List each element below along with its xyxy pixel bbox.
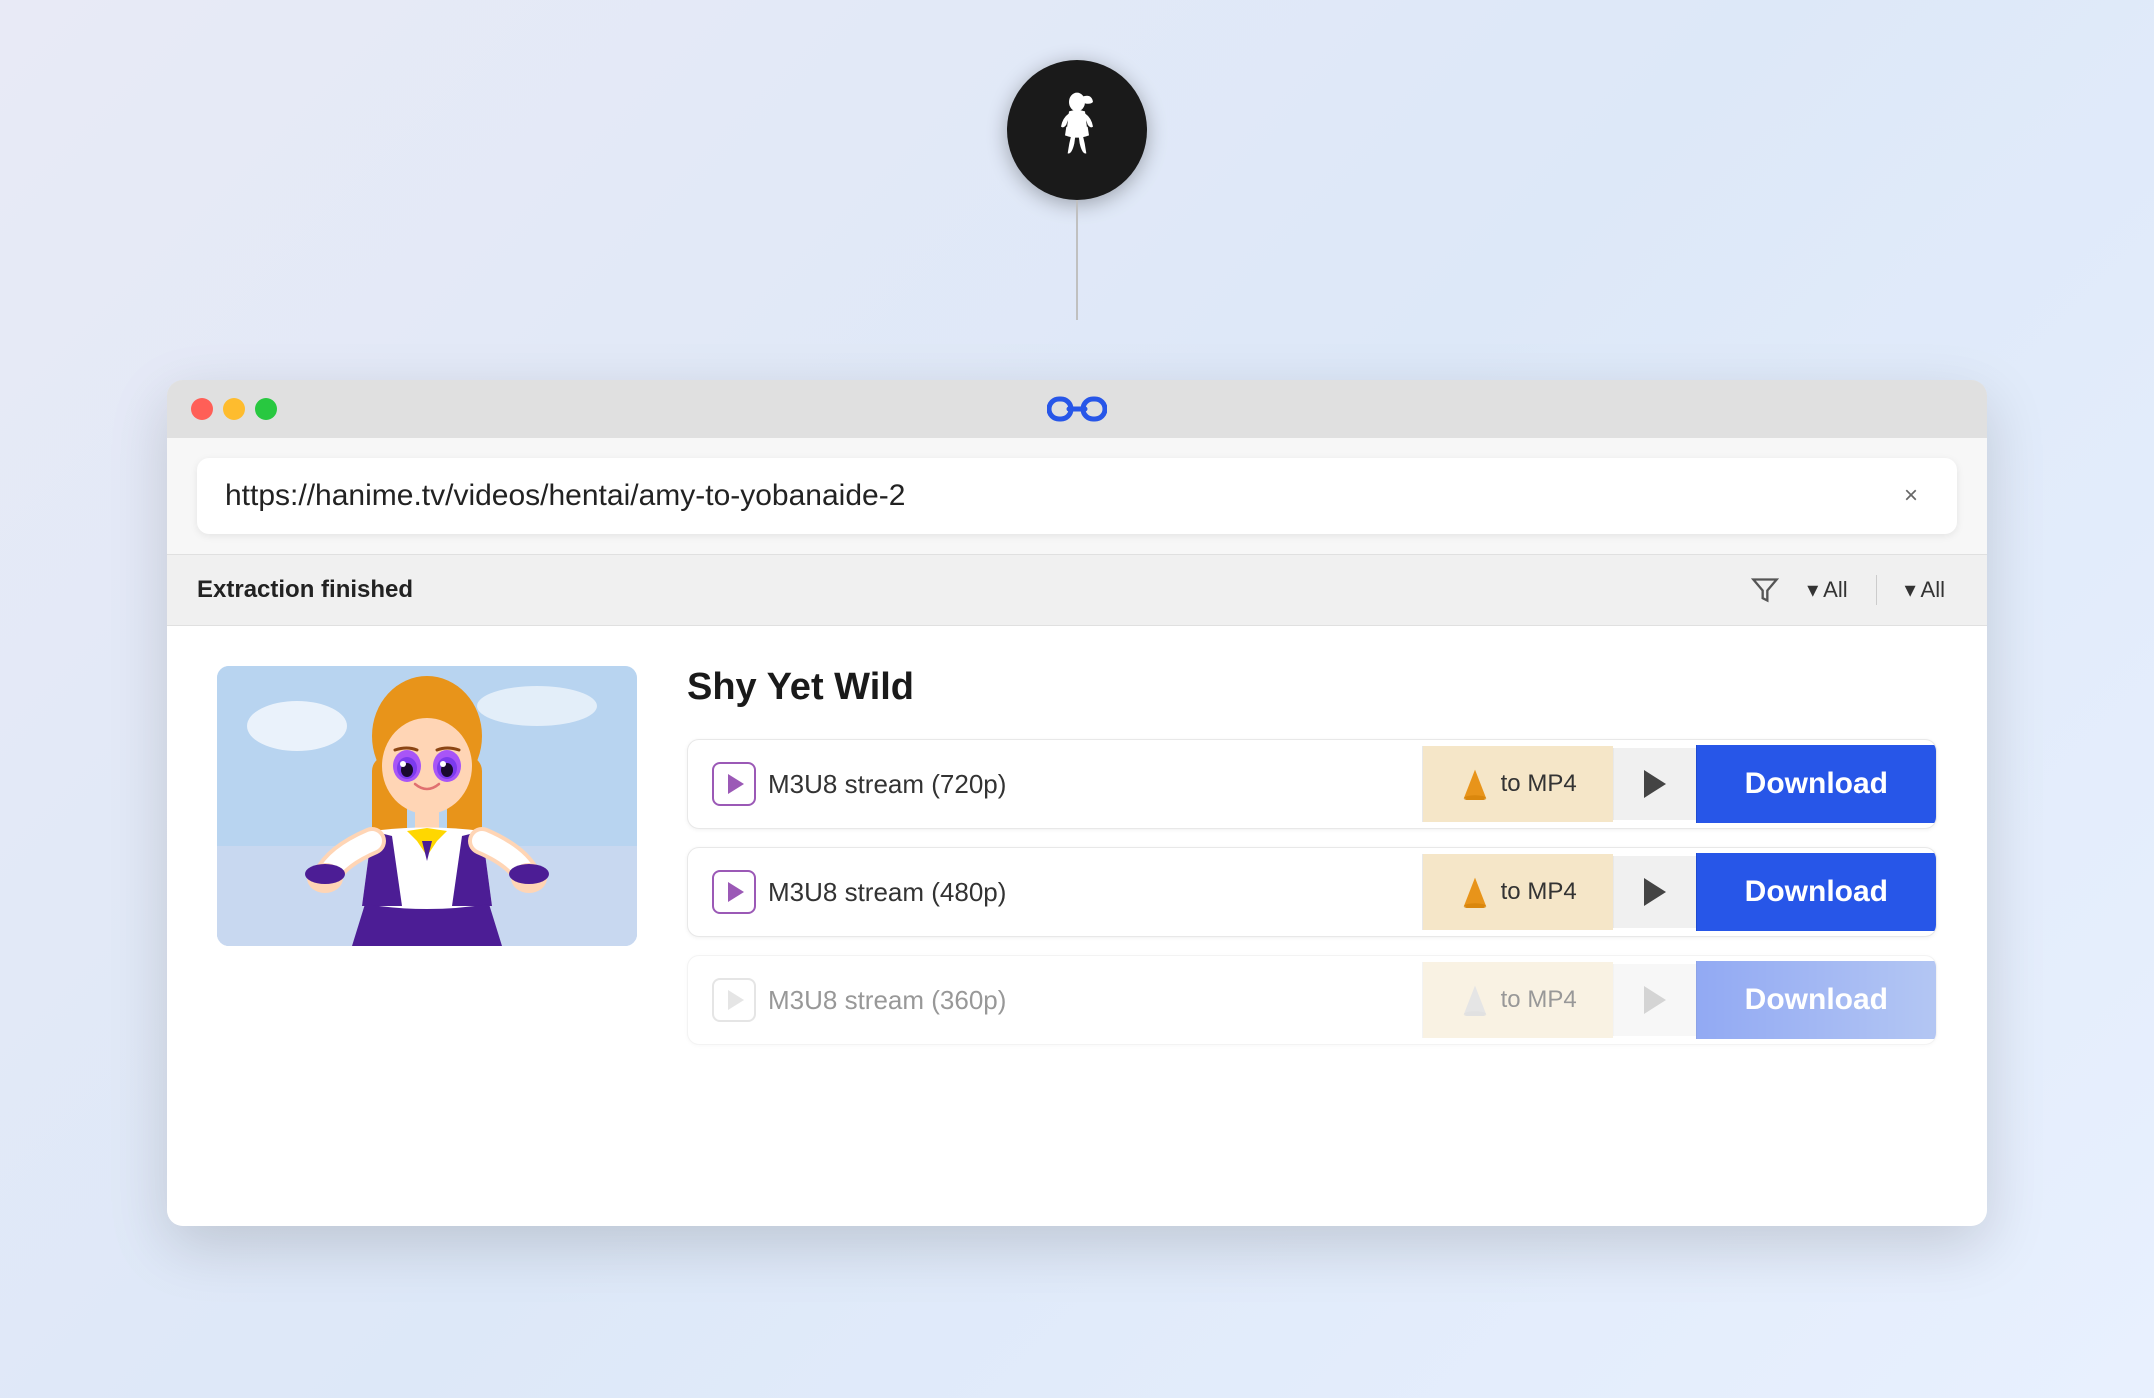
download-row-row-720p: M3U8 stream (720p) to MP4 Download — [687, 739, 1937, 829]
preview-button-0[interactable] — [1613, 748, 1696, 820]
play-icon-box-2 — [712, 978, 756, 1022]
filter-icon — [1751, 576, 1779, 604]
title-bar — [167, 380, 1987, 438]
stream-info-0: M3U8 stream (720p) — [688, 740, 1422, 828]
preview-triangle-0 — [1644, 770, 1666, 798]
play-icon-box-0 — [712, 762, 756, 806]
play-triangle-0 — [728, 774, 744, 794]
preview-triangle-1 — [1644, 878, 1666, 906]
main-window: https://hanime.tv/videos/hentai/amy-to-y… — [167, 380, 1987, 1226]
url-section: https://hanime.tv/videos/hentai/amy-to-y… — [167, 438, 1987, 555]
video-info: Shy Yet Wild M3U8 stream (720p) to MP4 D… — [687, 666, 1937, 1063]
app-icon-svg — [1037, 90, 1117, 170]
download-button-0[interactable]: Download — [1696, 745, 1936, 823]
play-icon-box-1 — [712, 870, 756, 914]
url-display: https://hanime.tv/videos/hentai/amy-to-y… — [225, 479, 905, 513]
preview-button-1[interactable] — [1613, 856, 1696, 928]
download-button-1[interactable]: Download — [1696, 853, 1936, 931]
maximize-button[interactable] — [255, 398, 277, 420]
status-bar: Extraction finished ▾ All ▾ All — [167, 555, 1987, 626]
minimize-button[interactable] — [223, 398, 245, 420]
preview-triangle-2 — [1644, 986, 1666, 1014]
stream-label-2: M3U8 stream (360p) — [768, 985, 1006, 1016]
video-section: Shy Yet Wild M3U8 stream (720p) to MP4 D… — [217, 666, 1937, 1063]
thumbnail-illustration — [217, 666, 637, 946]
vlc-label-1: to MP4 — [1501, 878, 1577, 906]
vlc-cone-icon-0 — [1459, 768, 1491, 800]
app-icon — [1007, 60, 1147, 200]
url-input-wrapper[interactable]: https://hanime.tv/videos/hentai/amy-to-y… — [197, 458, 1957, 534]
video-title: Shy Yet Wild — [687, 666, 1937, 709]
thumbnail-placeholder — [217, 666, 637, 946]
video-thumbnail — [217, 666, 637, 946]
stream-info-1: M3U8 stream (480p) — [688, 848, 1422, 936]
download-row-row-480p: M3U8 stream (480p) to MP4 Download — [687, 847, 1937, 937]
app-icon-section — [1007, 60, 1147, 320]
link-icon-svg — [1047, 389, 1107, 429]
content-area: Shy Yet Wild M3U8 stream (720p) to MP4 D… — [167, 626, 1987, 1226]
vlc-button-2[interactable]: to MP4 — [1422, 962, 1613, 1038]
download-btn-label-2: Download — [1745, 983, 1888, 1016]
preview-button-2[interactable] — [1613, 964, 1696, 1036]
chain-icon — [1047, 389, 1107, 429]
download-button-2[interactable]: Download — [1696, 961, 1936, 1039]
filter-dropdown-1[interactable]: ▾ All — [1795, 571, 1859, 609]
download-row-row-360p: M3U8 stream (360p) to MP4 Download — [687, 955, 1937, 1045]
vlc-button-0[interactable]: to MP4 — [1422, 746, 1613, 822]
filter-area: ▾ All ▾ All — [1751, 571, 1957, 609]
stream-info-2: M3U8 stream (360p) — [688, 956, 1422, 1044]
stream-label-1: M3U8 stream (480p) — [768, 877, 1006, 908]
vlc-label-0: to MP4 — [1501, 770, 1577, 798]
vlc-button-1[interactable]: to MP4 — [1422, 854, 1613, 930]
vlc-label-2: to MP4 — [1501, 986, 1577, 1014]
clear-button[interactable]: × — [1893, 478, 1929, 514]
download-rows-container: M3U8 stream (720p) to MP4 Download M3U8 … — [687, 739, 1937, 1045]
play-triangle-1 — [728, 882, 744, 902]
status-text: Extraction finished — [197, 576, 413, 604]
download-btn-label-1: Download — [1745, 875, 1888, 908]
stream-label-0: M3U8 stream (720p) — [768, 769, 1006, 800]
download-btn-label-0: Download — [1745, 767, 1888, 800]
close-button[interactable] — [191, 398, 213, 420]
filter-divider — [1876, 575, 1877, 605]
vlc-cone-icon-1 — [1459, 876, 1491, 908]
vlc-cone-icon-2 — [1459, 984, 1491, 1016]
connector-line — [1076, 200, 1078, 320]
filter-dropdown-2[interactable]: ▾ All — [1893, 571, 1957, 609]
